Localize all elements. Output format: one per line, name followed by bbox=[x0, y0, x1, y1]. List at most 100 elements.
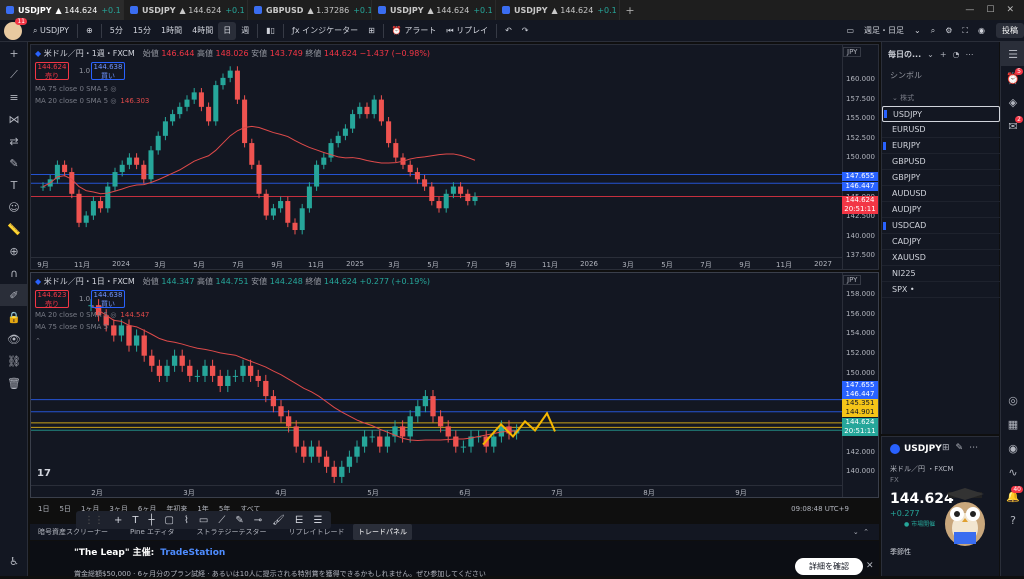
watchlist-item[interactable]: XAUUSD bbox=[882, 250, 1000, 266]
help-icon[interactable]: ? bbox=[1001, 508, 1024, 532]
range-5d[interactable]: 5日 bbox=[59, 504, 70, 514]
layout-name[interactable]: 週足・日足 bbox=[859, 22, 909, 40]
new-tab-icon[interactable]: + bbox=[620, 0, 640, 20]
text-tool-icon[interactable]: T bbox=[132, 515, 138, 526]
undo-icon[interactable]: ↶ bbox=[500, 22, 517, 40]
more-icon[interactable]: ⋯ bbox=[969, 443, 984, 453]
sell-button[interactable]: 144.624 売り bbox=[35, 62, 69, 80]
watchlist-item[interactable]: EURJPY bbox=[882, 138, 1000, 154]
close-icon[interactable]: ✕ bbox=[866, 561, 874, 571]
calendar-icon[interactable]: ▦ bbox=[1001, 412, 1024, 436]
watchlist-item[interactable]: CADJPY bbox=[882, 234, 1000, 250]
details-symbol[interactable]: USDJPY bbox=[904, 444, 942, 454]
interval-1d[interactable]: 日 bbox=[218, 21, 237, 40]
browser-tab-4[interactable]: USDJPY ▲ 144.624 +0.1 bbox=[372, 0, 496, 20]
clock[interactable]: 09:08:48 UTC+9 bbox=[791, 505, 879, 513]
camera-icon[interactable]: ◉ bbox=[973, 22, 990, 40]
redo-icon[interactable]: ↷ bbox=[517, 22, 534, 40]
menu-icon[interactable]: ☰ bbox=[314, 515, 323, 526]
indicator-ma20[interactable]: MA 20 close 0 SMA 5 ◎ 146.303 bbox=[35, 97, 149, 105]
callout-icon[interactable]: ▭ bbox=[199, 515, 208, 526]
interval-1h[interactable]: 1時間 bbox=[156, 22, 187, 40]
candle-style-icon[interactable]: ▮▯ bbox=[261, 22, 280, 40]
panel-controls[interactable]: ⌄ ⌃ bbox=[853, 528, 879, 536]
lot-size[interactable]: 1.0 bbox=[79, 295, 90, 303]
crosshair-icon[interactable]: + bbox=[0, 42, 28, 64]
accessibility-icon[interactable]: ♿ bbox=[0, 550, 28, 572]
indicator-ma20[interactable]: MA 20 close 0 SMA 5 ◎ 144.547 bbox=[35, 311, 149, 319]
signal-icon[interactable]: ◉ bbox=[1001, 436, 1024, 460]
publish-button[interactable]: 投稿 bbox=[996, 23, 1024, 38]
pen-icon[interactable]: ✎ bbox=[235, 515, 243, 526]
browser-tab-5[interactable]: USDJPY ▲ 144.624 +0.1 bbox=[496, 0, 620, 20]
browser-tab-2[interactable]: USDJPY ▲ 144.624 +0.1 bbox=[124, 0, 248, 20]
chart-icon[interactable]: ◔ bbox=[953, 50, 960, 59]
alerts-icon[interactable]: ⏰ 5 bbox=[1001, 66, 1024, 90]
price-axis[interactable]: 158.000156.000154.000152.000150.000148.0… bbox=[842, 273, 878, 497]
watchlist-group[interactable]: ⌄ 株式 bbox=[892, 93, 914, 103]
watchlist-title[interactable]: 毎日の... bbox=[888, 49, 921, 60]
fib-icon[interactable]: ≡ bbox=[0, 86, 28, 108]
watchlist-item[interactable]: USDCAD bbox=[882, 218, 1000, 234]
range-1d[interactable]: 1日 bbox=[38, 504, 49, 514]
details-button[interactable]: 詳細を確認 bbox=[795, 558, 863, 575]
brush-icon[interactable]: ✎ bbox=[0, 152, 28, 174]
watchlist-item[interactable]: GBPUSD bbox=[882, 154, 1000, 170]
layout-icon[interactable]: ▭ bbox=[841, 22, 859, 40]
settings-icon[interactable]: ⚙ bbox=[940, 22, 957, 40]
more-icon[interactable]: ⋯ bbox=[966, 50, 974, 59]
ruler-icon[interactable]: 📏 bbox=[0, 218, 28, 240]
watchlist-item[interactable]: GBPJPY bbox=[882, 170, 1000, 186]
magnet-icon[interactable]: ∩ bbox=[0, 262, 28, 284]
eye-icon[interactable]: ◎ bbox=[110, 311, 116, 319]
chat-icon[interactable]: ✉ 2 bbox=[1001, 114, 1024, 138]
target-icon[interactable]: ◎ bbox=[1001, 388, 1024, 412]
link-icon[interactable]: ⛓ bbox=[0, 350, 28, 372]
eye-icon[interactable]: ◎ bbox=[110, 85, 116, 93]
watchlist-item[interactable]: EURUSD bbox=[882, 122, 1000, 138]
buy-button[interactable]: 144.638 買い bbox=[91, 290, 125, 308]
trendline-icon[interactable]: ⟋ bbox=[0, 64, 28, 86]
crosshair-icon[interactable]: + bbox=[114, 515, 122, 526]
lot-size[interactable]: 1.0 bbox=[79, 67, 90, 75]
layers-icon[interactable]: ◈ bbox=[1001, 90, 1024, 114]
eye-icon[interactable]: ◎ bbox=[110, 97, 116, 105]
interval-15m[interactable]: 15分 bbox=[128, 22, 156, 40]
buy-button[interactable]: 144.638 買い bbox=[91, 62, 125, 80]
watchlist-item[interactable]: SPX • bbox=[882, 282, 1000, 298]
zoom-icon[interactable]: ⊕ bbox=[0, 240, 28, 262]
sell-button[interactable]: 144.623 売り bbox=[35, 290, 69, 308]
indicators-button[interactable]: ƒx インジケーター bbox=[287, 22, 363, 40]
smile-icon[interactable]: ☺ bbox=[0, 196, 28, 218]
fullscreen-icon[interactable]: ⛶ bbox=[957, 22, 973, 40]
grid-icon[interactable]: ⊞ bbox=[942, 443, 956, 453]
pulse-icon[interactable]: ∿ bbox=[1001, 460, 1024, 484]
trendline-icon[interactable]: ⟋ bbox=[218, 515, 225, 526]
minimize-icon[interactable]: — bbox=[965, 5, 974, 15]
notifications-icon[interactable]: 🔔 40 bbox=[1001, 484, 1024, 508]
maximize-icon[interactable]: ☐ bbox=[986, 5, 994, 15]
watchlist-item[interactable]: AUDUSD bbox=[882, 186, 1000, 202]
collapse-legend-icon[interactable]: ⌃ bbox=[35, 337, 41, 345]
chevron-down-icon[interactable]: ⌄ bbox=[927, 50, 934, 59]
fib-icon[interactable]: ⋿ bbox=[295, 515, 304, 526]
text-icon[interactable]: T bbox=[0, 174, 28, 196]
watchlist-icon[interactable]: ☰ bbox=[1001, 42, 1024, 66]
watchlist-item[interactable]: AUDJPY bbox=[882, 202, 1000, 218]
daily-chart-pane[interactable]: ◆ 米ドル／円・1日・FXCM 始値 144.347 高値 144.751 安値 … bbox=[30, 272, 879, 498]
vertical-line-icon[interactable]: ┼ bbox=[149, 515, 155, 526]
replay-button[interactable]: ⏮ リプレイ bbox=[441, 22, 493, 40]
symbol-search[interactable]: ⌕ USDJPY bbox=[28, 22, 74, 40]
brush-icon[interactable]: 🖌 bbox=[272, 515, 285, 526]
interval-1w[interactable]: 週 bbox=[236, 22, 254, 40]
time-axis[interactable]: 2月 3月 4月 5月 6月 7月 8月 9月 bbox=[31, 485, 843, 497]
avatar[interactable]: 11 bbox=[4, 17, 27, 40]
alert-button[interactable]: ⏰ アラート bbox=[387, 22, 442, 40]
horizontal-ray-icon[interactable]: ⊸ bbox=[254, 515, 262, 526]
indicator-ma75[interactable]: MA 75 close 0 SMA 5 ◎ bbox=[35, 85, 116, 93]
indicator-ma75[interactable]: MA 75 close 0 SMA 5 bbox=[35, 323, 108, 331]
templates-icon[interactable]: ⊞ bbox=[363, 22, 380, 40]
add-symbol-icon[interactable]: ⊕ bbox=[81, 22, 98, 40]
keep-drawing-icon[interactable]: ✐ bbox=[0, 284, 28, 306]
chevron-down-icon[interactable]: ⌄ bbox=[909, 22, 926, 40]
